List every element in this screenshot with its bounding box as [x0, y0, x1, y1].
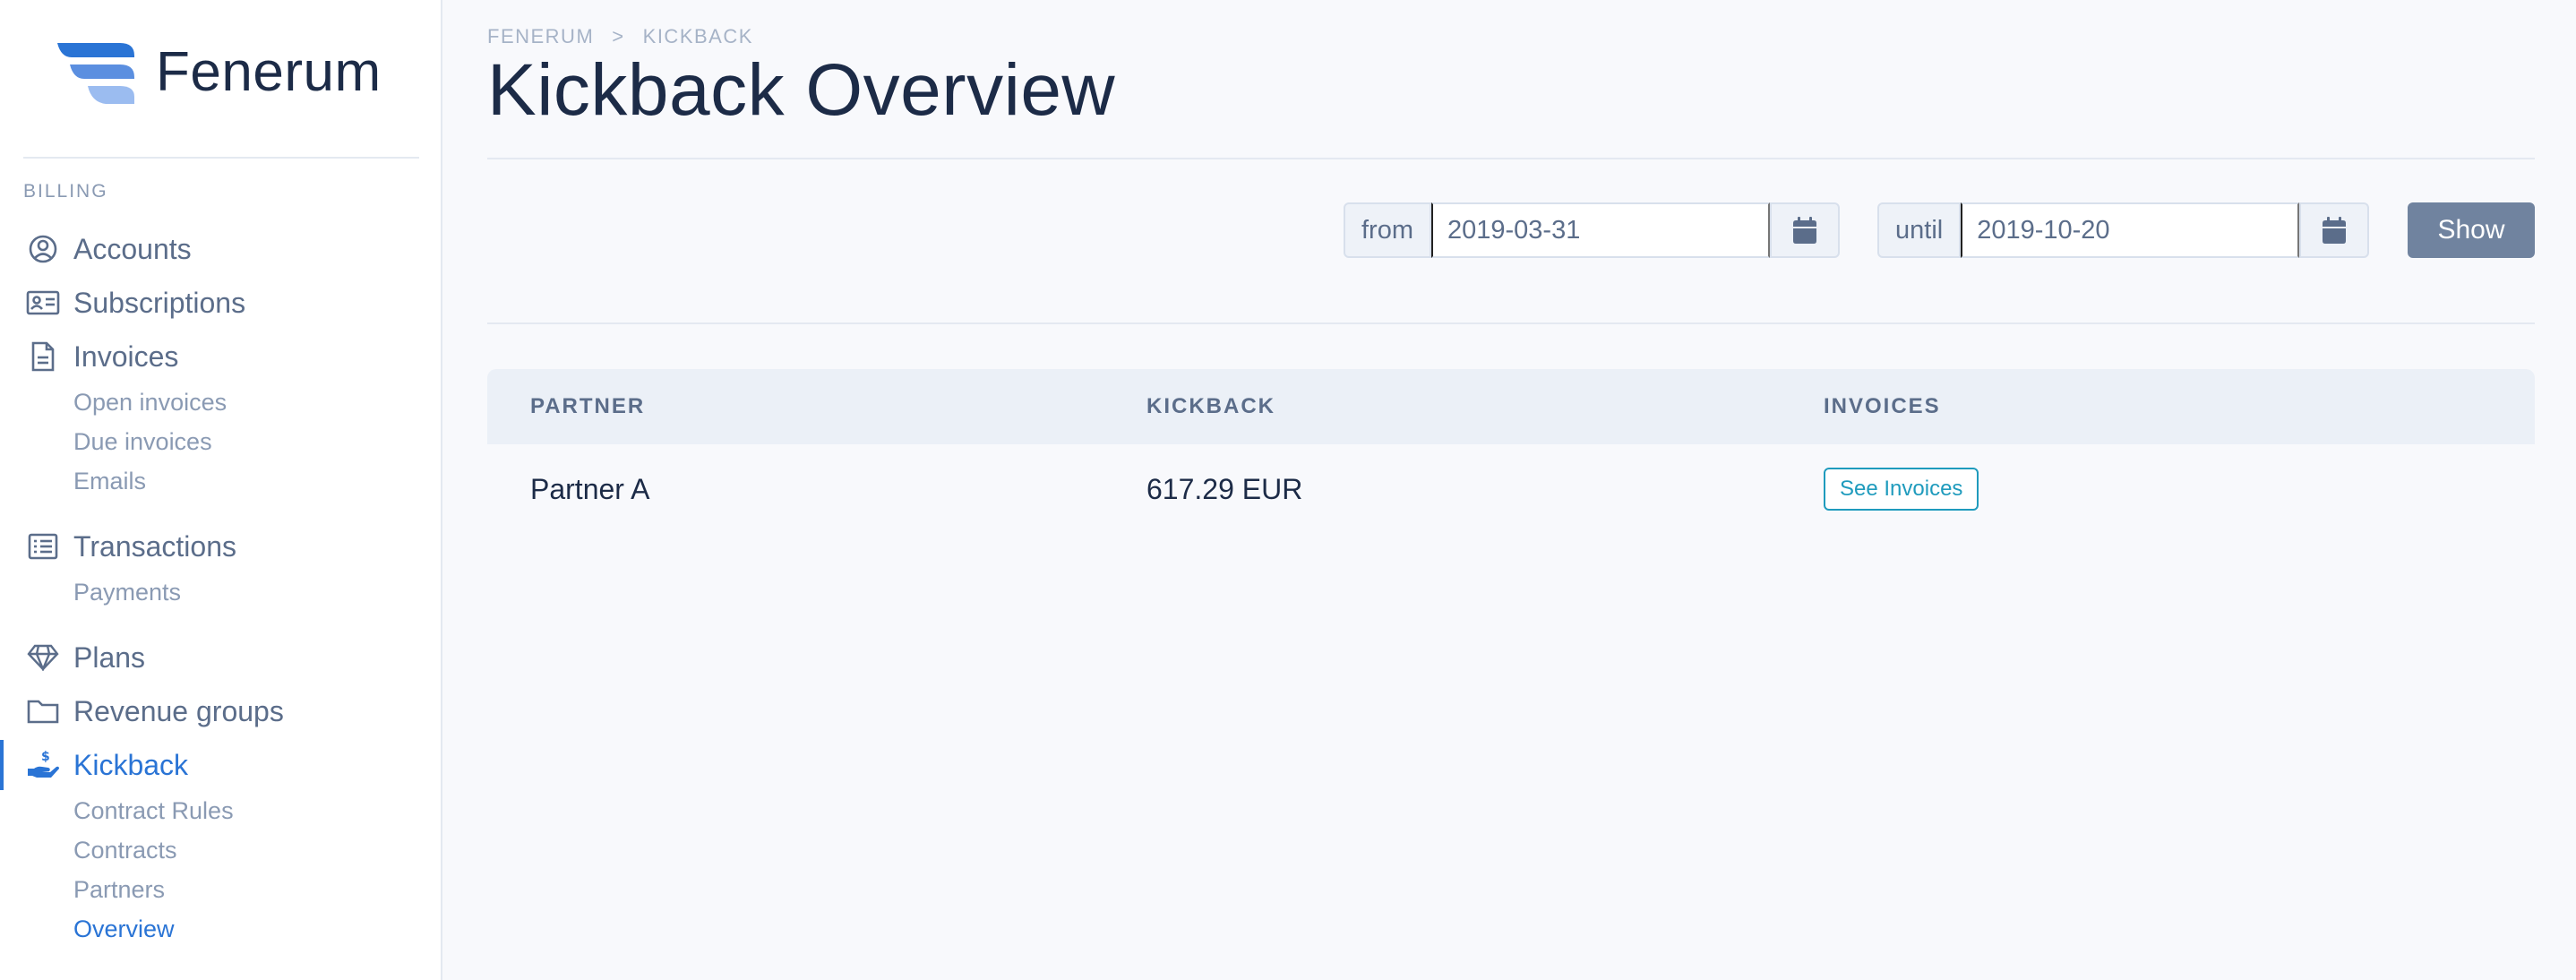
sidebar-item-label: Transactions — [73, 529, 236, 563]
from-date-input[interactable] — [1431, 202, 1770, 258]
sidebar-subitem-contract-rules[interactable]: Contract Rules — [73, 797, 234, 825]
until-date-input[interactable] — [1961, 202, 2300, 258]
breadcrumb-separator: > — [612, 25, 625, 47]
breadcrumb: FENERUM > KICKBACK — [487, 25, 753, 48]
filter-divider — [487, 322, 2535, 324]
table-header: PARTNER KICKBACK INVOICES — [487, 369, 2535, 444]
sidebar-item-invoices[interactable]: Invoices — [0, 331, 441, 382]
hand-holding-dollar-icon: $ — [25, 747, 61, 783]
page-title: Kickback Overview — [487, 49, 1116, 131]
user-circle-icon — [25, 231, 61, 267]
until-label: until — [1877, 202, 1962, 258]
breadcrumb-current[interactable]: KICKBACK — [643, 25, 753, 48]
sidebar-item-kickback[interactable]: $ Kickback — [0, 740, 441, 790]
sidebar-divider — [23, 157, 419, 159]
invoices-cell: See Invoices — [1824, 444, 1979, 534]
sidebar-item-subscriptions[interactable]: Subscriptions — [0, 278, 441, 328]
from-label: from — [1344, 202, 1431, 258]
list-icon — [25, 529, 61, 564]
column-header-invoices: INVOICES — [1824, 394, 1941, 418]
until-date-filter: until — [1877, 202, 2370, 258]
sidebar-item-label: Plans — [73, 640, 146, 674]
partner-cell: Partner A — [530, 472, 650, 505]
sidebar-item-label: Kickback — [73, 748, 189, 781]
sidebar-subitem-emails[interactable]: Emails — [73, 468, 146, 495]
sidebar-item-transactions[interactable]: Transactions — [0, 521, 441, 572]
from-date-filter: from — [1344, 202, 1840, 258]
title-divider — [487, 158, 2535, 159]
breadcrumb-root[interactable]: FENERUM — [487, 25, 594, 48]
table-row: Partner A 617.29 EUR See Invoices — [487, 444, 2535, 534]
see-invoices-button[interactable]: See Invoices — [1824, 468, 1979, 511]
sidebar-item-label: Revenue groups — [73, 694, 284, 727]
main-content: FENERUM > KICKBACK Kickback Overview fro… — [487, 0, 2535, 980]
sidebar-subitem-overview[interactable]: Overview — [73, 916, 175, 943]
column-header-partner: PARTNER — [530, 394, 646, 418]
sidebar-item-accounts[interactable]: Accounts — [0, 224, 441, 274]
sidebar-subitem-payments[interactable]: Payments — [73, 579, 181, 606]
sidebar-item-label: Subscriptions — [73, 286, 246, 319]
sidebar-subitem-contracts[interactable]: Contracts — [73, 837, 177, 864]
id-card-icon — [25, 285, 61, 321]
column-header-kickback: KICKBACK — [1146, 394, 1275, 418]
calendar-icon[interactable] — [2299, 202, 2370, 258]
fenerum-logo-icon — [57, 43, 134, 104]
kickback-cell: 617.29 EUR — [1146, 472, 1303, 505]
sidebar-subitem-partners[interactable]: Partners — [73, 876, 165, 904]
svg-text:$: $ — [41, 750, 50, 764]
brand-name: Fenerum — [156, 40, 382, 103]
sidebar-item-label: Accounts — [73, 232, 192, 265]
sidebar-subitem-due-invoices[interactable]: Due invoices — [73, 428, 212, 456]
calendar-icon[interactable] — [1770, 202, 1840, 258]
brand[interactable]: Fenerum — [57, 36, 382, 107]
sidebar-item-revenue-groups[interactable]: Revenue groups — [0, 686, 441, 736]
gem-icon — [25, 640, 61, 675]
show-button[interactable]: Show — [2408, 202, 2535, 258]
folder-icon — [25, 693, 61, 729]
sidebar-item-plans[interactable]: Plans — [0, 632, 441, 683]
sidebar: Fenerum BILLING Accounts Subscriptions I… — [0, 0, 442, 980]
sidebar-item-label: Invoices — [73, 340, 179, 373]
sidebar-subitem-open-invoices[interactable]: Open invoices — [73, 389, 227, 417]
nav-section-label: BILLING — [23, 181, 108, 202]
document-icon — [25, 339, 61, 374]
